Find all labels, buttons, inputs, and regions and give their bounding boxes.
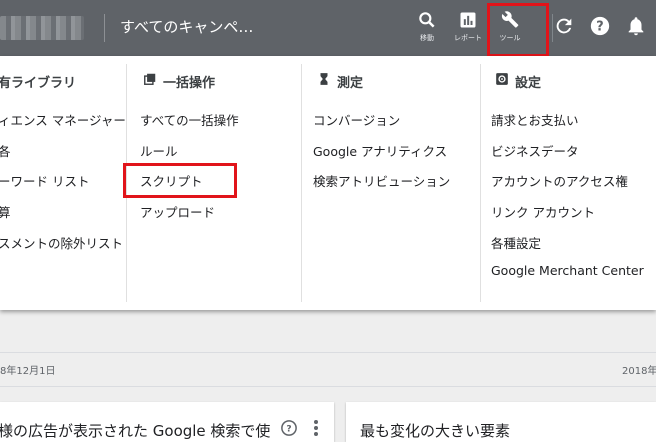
svg-text:?: ? [286,424,291,434]
col4-header-label: 設定 [515,76,542,91]
menu-item-account-access[interactable]: アカウントのアクセス権 [491,171,628,190]
more-vert-icon[interactable] [313,419,319,437]
menu-item-all-bulk-actions[interactable]: すべての一括操作 [140,110,239,129]
search-terms-card: 様の広告が表示された Google 検索で使 ? [0,402,334,442]
scripts-highlight-box [123,163,237,198]
campaign-selector[interactable]: すべてのキャンペ… [120,16,253,37]
menu-item-conversions[interactable]: コンバージョン [313,110,400,129]
menu-item-preferences[interactable]: 各種設定 [491,233,541,252]
menu-item-google-merchant-center[interactable]: Google Merchant Center [491,263,644,278]
date-range-start: 8年12月1日 [0,366,56,377]
account-name-redacted [0,16,84,40]
menu-item-placement[interactable]: 各 [0,141,11,160]
search-terms-card-title: 様の広告が表示された Google 検索で使 [0,422,271,440]
col4-header: 設定 [496,72,542,91]
settings-icon [496,73,508,85]
nav-go-to-label: 移動 [420,34,434,42]
biggest-changes-card-title: 最も変化の大きい要素 [360,422,511,440]
date-range-end: 2018年 [622,366,656,377]
hourglass-icon [320,73,328,85]
menu-item-rules[interactable]: ルール [140,141,178,160]
help-icon: ? [590,16,610,36]
menu-item-keyword-lists[interactable]: ーワード リスト [0,171,89,190]
menu-item-search-attribution[interactable]: 検索アトリビューション [313,171,450,190]
search-icon [419,12,435,28]
header-divider [104,14,105,42]
tools-menu-panel: 有ライブラリ ィエンス マネージャー 各 ーワード リスト 算 スメントの除外リ… [0,56,656,310]
chart-bottom-border [0,386,656,387]
col1-header: 有ライブラリ [0,76,77,91]
biggest-changes-card: 最も変化の大きい要素 [346,402,656,442]
col3-header-label: 測定 [337,76,364,91]
reports-label: レポート [454,34,482,42]
col3-header: 測定 [320,72,364,91]
menu-item-google-analytics[interactable]: Google アナリティクス [313,141,447,160]
tools-highlight-box [487,3,549,57]
menu-column-measurement: 測定 コンバージョン Google アナリティクス 検索アトリビューション [302,56,480,304]
menu-item-linked-accounts[interactable]: リンク アカウント [491,202,595,221]
col2-header: 一括操作 [144,72,216,91]
menu-column-settings: 設定 請求とお支払い ビジネスデータ アカウントのアクセス権 リンク アカウント… [481,56,656,304]
menu-item-placement-exclusion-lists[interactable]: スメントの除外リスト [0,233,123,252]
bulk-actions-icon [144,73,156,85]
top-app-bar: すべてのキャンペ… 移動 レポート ツール ? [0,0,656,57]
menu-column-shared-library: 有ライブラリ ィエンス マネージャー 各 ーワード リスト 算 スメントの除外リ… [0,56,126,304]
refresh-button[interactable] [544,9,584,49]
menu-item-uploads[interactable]: アップロード [140,202,215,221]
svg-text:?: ? [596,20,603,35]
reports-button[interactable]: レポート [448,8,488,48]
menu-item-audience-manager[interactable]: ィエンス マネージャー [0,110,126,129]
col2-header-label: 一括操作 [163,76,216,91]
nav-go-to-button[interactable]: 移動 [407,8,447,48]
menu-item-billing[interactable]: 請求とお支払い [491,110,579,129]
chart-top-border [0,352,656,353]
notifications-icon [628,17,644,36]
help-outline-icon[interactable]: ? [280,419,298,437]
bar-chart-icon [460,12,476,28]
refresh-icon [556,18,572,34]
menu-item-business-data[interactable]: ビジネスデータ [491,141,579,160]
notifications-button[interactable] [616,9,656,49]
help-button[interactable]: ? [580,9,620,49]
menu-item-budget[interactable]: 算 [0,202,11,221]
